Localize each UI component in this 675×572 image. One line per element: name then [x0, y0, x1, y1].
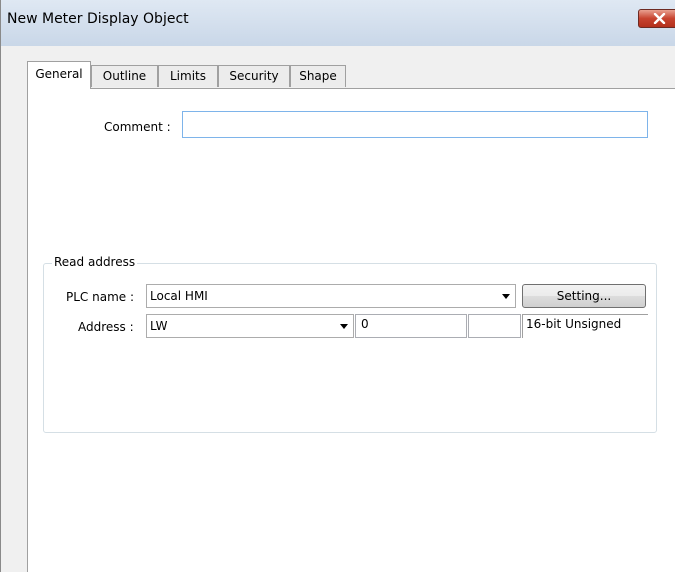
general-tab-panel: Comment : Read address PLC name : Local …: [27, 88, 675, 572]
read-address-title: Read address: [52, 255, 138, 269]
tab-outline[interactable]: Outline: [91, 65, 158, 87]
tab-security-label: Security: [229, 69, 279, 83]
address-label: Address :: [78, 320, 134, 334]
title-bar[interactable]: New Meter Display Object: [1, 0, 675, 46]
chevron-down-icon: [502, 294, 510, 299]
tab-outline-label: Outline: [102, 69, 147, 83]
plc-name-label: PLC name :: [66, 290, 135, 304]
tab-general[interactable]: General: [27, 61, 91, 89]
setting-button[interactable]: Setting...: [522, 284, 646, 308]
close-button[interactable]: [638, 9, 675, 28]
address-type-value: LW: [150, 319, 168, 333]
plc-name-value: Local HMI: [150, 289, 208, 303]
address-input[interactable]: 0: [355, 314, 467, 338]
tab-shape-label: Shape: [299, 69, 337, 83]
comment-input[interactable]: [182, 111, 648, 138]
data-format-display: 16-bit Unsigned: [522, 314, 648, 338]
tab-general-label: General: [35, 67, 83, 81]
close-icon: [653, 13, 666, 24]
tab-limits-label: Limits: [170, 69, 206, 83]
plc-name-dropdown[interactable]: Local HMI: [146, 284, 516, 308]
address-extra-input[interactable]: [468, 314, 521, 338]
dialog-window: New Meter Display Object General Outline…: [0, 0, 675, 572]
tab-limits[interactable]: Limits: [158, 65, 218, 87]
chevron-down-icon: [340, 324, 348, 329]
address-type-dropdown[interactable]: LW: [146, 314, 354, 338]
window-title: New Meter Display Object: [7, 11, 189, 27]
tab-security[interactable]: Security: [218, 65, 290, 87]
tab-shape[interactable]: Shape: [290, 65, 346, 87]
comment-label: Comment :: [104, 120, 171, 134]
dialog-body: General Outline Limits Security Shape Co…: [10, 46, 675, 572]
